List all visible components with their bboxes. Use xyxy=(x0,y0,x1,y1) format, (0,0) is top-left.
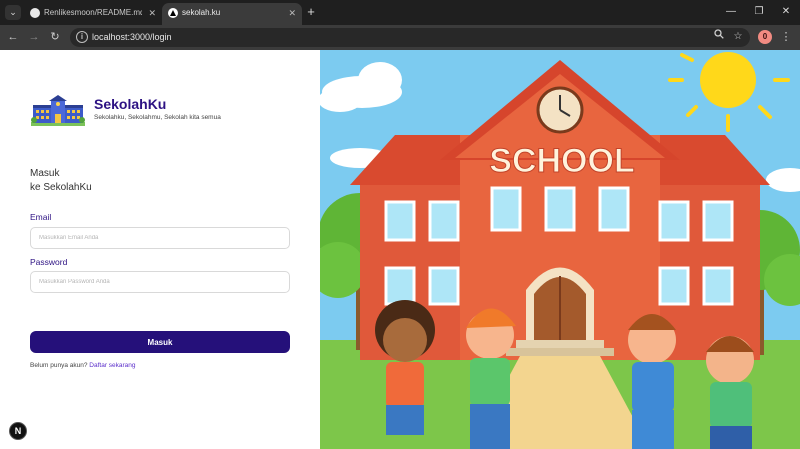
brand-name: SekolahKu xyxy=(94,96,167,112)
restore-icon[interactable]: ❐ xyxy=(746,4,772,20)
browser-toolbar: ← → ↻ i localhost:3000/login ☆ 0 ⋮ xyxy=(0,25,800,50)
tab-github-readme[interactable]: Renlikesmoon/README.md at · ✕ xyxy=(24,3,162,25)
close-window-icon[interactable]: ✕ xyxy=(773,4,799,20)
tab-sekolahku[interactable]: sekolah.ku ✕ xyxy=(162,3,302,25)
brand-tagline: Sekolahku, Sekolahmu, Sekolah kita semua xyxy=(94,114,221,121)
zoom-icon[interactable] xyxy=(711,29,727,45)
close-tab-icon[interactable]: ✕ xyxy=(288,3,296,23)
login-button[interactable]: Masuk xyxy=(30,331,290,353)
reload-icon[interactable]: ↻ xyxy=(47,29,63,45)
site-info-icon[interactable]: i xyxy=(76,31,88,43)
login-panel: SekolahKu Sekolahku, Sekolahmu, Sekolah … xyxy=(0,50,320,449)
tab-search-icon[interactable]: ⌄ xyxy=(5,5,21,20)
close-tab-icon[interactable]: ✕ xyxy=(148,3,156,23)
minimize-icon[interactable]: — xyxy=(718,4,744,20)
tab-title: sekolah.ku xyxy=(182,8,221,17)
school-logo-icon xyxy=(31,95,85,126)
login-heading-line1: Masuk xyxy=(30,168,60,179)
bookmark-star-icon[interactable]: ☆ xyxy=(730,29,746,45)
school-sign-text: SCHOOL xyxy=(489,142,634,180)
password-field[interactable] xyxy=(30,271,290,293)
profile-avatar[interactable]: 0 xyxy=(758,30,772,44)
register-prompt: Belum punya akun? Daftar sekarang xyxy=(30,362,136,369)
browser-tab-bar: ⌄ Renlikesmoon/README.md at · ✕ sekolah.… xyxy=(0,0,800,25)
url-text[interactable]: localhost:3000/login xyxy=(92,28,172,47)
login-heading-line2: ke SekolahKu xyxy=(30,182,92,193)
forward-icon[interactable]: → xyxy=(26,29,42,45)
register-link[interactable]: Daftar sekarang xyxy=(89,362,135,369)
new-tab-button[interactable]: + xyxy=(303,4,319,20)
vercel-favicon-icon xyxy=(168,8,178,18)
school-illustration: SCHOOL xyxy=(320,50,800,449)
back-icon[interactable]: ← xyxy=(5,29,21,45)
email-label: Email xyxy=(30,212,52,222)
tab-title: Renlikesmoon/README.md at · xyxy=(44,8,142,17)
password-label: Password xyxy=(30,257,68,267)
email-field[interactable] xyxy=(30,227,290,249)
browser-menu-icon[interactable]: ⋮ xyxy=(780,29,792,45)
school-illustration-image: SCHOOL xyxy=(320,50,800,449)
nextjs-dev-badge[interactable]: N xyxy=(9,422,27,440)
register-prompt-text: Belum punya akun? xyxy=(30,362,88,369)
github-favicon-icon xyxy=(30,8,40,18)
address-bar[interactable]: i localhost:3000/login ☆ xyxy=(70,28,750,47)
